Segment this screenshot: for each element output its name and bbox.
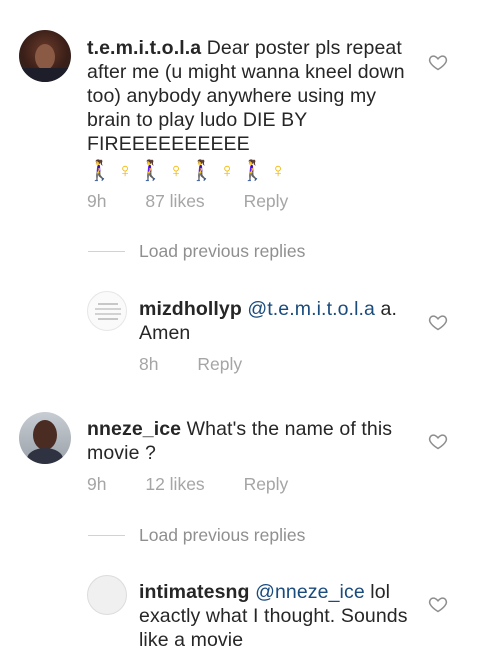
reply-meta: 8h Reply [139, 354, 276, 375]
heart-outline-icon[interactable] [428, 312, 448, 332]
avatar-temitola[interactable] [19, 30, 71, 82]
avatar-nneze-ice[interactable] [19, 412, 71, 464]
heart-outline-icon[interactable] [428, 52, 448, 72]
reply-mizdhollyp: mizdhollyp @t.e.m.i.t.o.l.a a. Amen [139, 297, 419, 345]
username-temitola[interactable]: t.e.m.i.t.o.l.a [87, 37, 201, 59]
username-intimatesng[interactable]: intimatesng [139, 581, 250, 603]
mention-temitola[interactable]: @t.e.m.i.t.o.l.a [247, 298, 375, 320]
divider-line [88, 251, 125, 252]
likes-count[interactable]: 87 likes [145, 191, 204, 211]
comment-meta: 9h 12 likes Reply [87, 474, 322, 495]
reply-button[interactable]: Reply [244, 191, 289, 211]
heart-outline-icon[interactable] [428, 431, 448, 451]
reply-button[interactable]: Reply [197, 354, 242, 374]
reply-button[interactable]: Reply [244, 474, 289, 494]
username-mizdhollyp[interactable]: mizdhollyp [139, 298, 242, 320]
reply-intimatesng: intimatesng @nneze_ice lol exactly what … [139, 580, 419, 652]
heart-outline-icon[interactable] [428, 594, 448, 614]
avatar-mizdhollyp[interactable] [87, 291, 127, 331]
timestamp: 9h [87, 191, 107, 211]
load-previous-replies[interactable]: Load previous replies [139, 241, 305, 262]
comment-temitola: t.e.m.i.t.o.l.a Dear poster pls repeat a… [87, 36, 417, 156]
mention-nneze-ice[interactable]: @nneze_ice [255, 581, 365, 603]
load-previous-replies[interactable]: Load previous replies [139, 525, 305, 546]
comment-nneze-ice: nneze_ice What's the name of this movie … [87, 417, 417, 465]
comment-meta: 9h 87 likes Reply [87, 191, 322, 212]
divider-line [88, 535, 125, 536]
emoji-row: 🚶‍♀️ ♀ 🚶‍♀️ ♀ 🚶‍♀️ ♀ 🚶‍♀️ ♀ [87, 160, 286, 182]
timestamp: 8h [139, 354, 159, 374]
avatar-intimatesng[interactable] [87, 575, 127, 615]
timestamp: 9h [87, 474, 107, 494]
likes-count[interactable]: 12 likes [145, 474, 204, 494]
username-nneze-ice[interactable]: nneze_ice [87, 418, 181, 440]
